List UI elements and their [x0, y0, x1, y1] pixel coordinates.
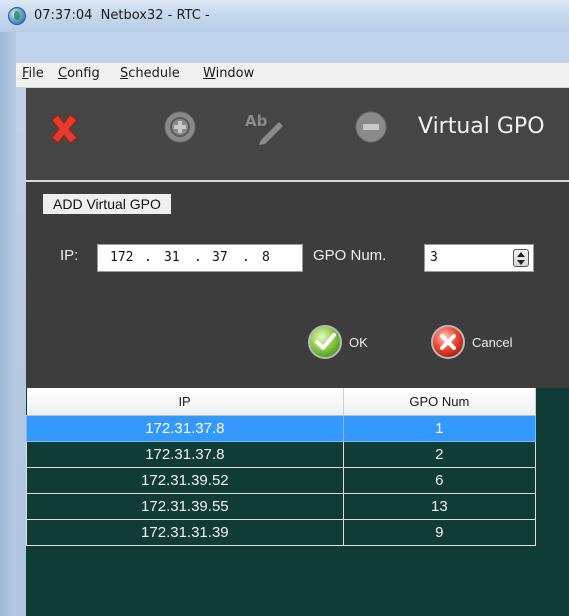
menu-window-label: indow — [215, 66, 255, 81]
cancel-label: Cancel — [472, 334, 513, 350]
menu-bar: File Config Schedule Window — [16, 63, 569, 88]
ok-label: OK — [349, 334, 368, 350]
ip-octet-1[interactable]: 172 — [110, 250, 133, 265]
ip-separator: . — [242, 250, 250, 265]
cell-ip[interactable]: 172.31.39.55 — [26, 493, 344, 520]
checkmark-icon — [308, 325, 342, 359]
gpo-num-value: 3 — [430, 250, 438, 265]
cell-gpo-num[interactable]: 13 — [342, 493, 537, 520]
table-row[interactable]: 172.31.39.52 6 — [26, 467, 537, 494]
panel-divider — [26, 180, 569, 182]
add-section-title: ADD Virtual GPO — [43, 194, 171, 214]
ok-button[interactable]: OK — [307, 322, 368, 362]
cancel-x-icon — [431, 325, 465, 359]
cell-ip[interactable]: 172.31.37.8 — [26, 441, 344, 468]
cell-ip[interactable]: 172.31.31.39 — [26, 519, 344, 546]
table-header-row: IP GPO Num — [26, 388, 537, 416]
ip-octet-4[interactable]: 8 — [262, 250, 270, 265]
virtual-gpo-table: IP GPO Num 172.31.37.8 1 172.31.37.8 2 1… — [26, 388, 537, 546]
rename-button[interactable]: Ab — [243, 110, 287, 146]
ip-label: IP: — [60, 247, 79, 264]
ip-address-input[interactable]: 172 . 31 . 37 . 8 — [97, 244, 303, 272]
column-header-ip[interactable]: IP — [26, 388, 344, 416]
cell-gpo-num[interactable]: 6 — [342, 467, 537, 494]
svg-text:Ab: Ab — [245, 112, 268, 130]
window-title: 07:37:04 Netbox32 - RTC - — [34, 8, 210, 23]
window-left-edge — [0, 0, 16, 616]
menu-schedule-label: chedule — [128, 66, 180, 81]
gpo-num-label: GPO Num. — [313, 247, 387, 264]
stepper-up-icon[interactable] — [517, 252, 525, 257]
menu-window[interactable]: Window — [203, 66, 254, 81]
ip-octet-2[interactable]: 31 — [164, 250, 180, 265]
menu-config[interactable]: Config — [58, 66, 100, 81]
table-row[interactable]: 172.31.37.8 2 — [26, 441, 537, 468]
ip-octet-3[interactable]: 37 — [212, 250, 228, 265]
table-row[interactable]: 172.31.31.39 9 — [26, 519, 537, 546]
close-icon — [51, 114, 78, 144]
menu-window-mnemonic: W — [203, 66, 216, 81]
menu-file-label: ile — [28, 66, 44, 81]
app-globe-icon[interactable] — [8, 7, 26, 25]
rename-icon: Ab — [245, 112, 283, 145]
cancel-button[interactable]: Cancel — [430, 322, 512, 362]
add-icon — [164, 111, 196, 143]
table-row[interactable]: 172.31.39.55 13 — [26, 493, 537, 520]
menu-schedule[interactable]: Schedule — [120, 66, 180, 81]
table-row[interactable]: 172.31.37.8 1 — [26, 415, 537, 442]
column-header-gpo-num[interactable]: GPO Num — [343, 388, 537, 416]
cell-ip[interactable]: 172.31.39.52 — [26, 467, 344, 494]
close-button[interactable] — [46, 111, 82, 147]
remove-button[interactable] — [354, 110, 388, 144]
cell-gpo-num[interactable]: 1 — [342, 415, 537, 442]
remove-icon — [355, 111, 387, 143]
add-button[interactable] — [163, 110, 197, 144]
ip-separator: . — [144, 250, 152, 265]
menu-config-label: onfig — [67, 66, 100, 81]
cell-gpo-num[interactable]: 9 — [342, 519, 537, 546]
menu-config-mnemonic: C — [58, 66, 68, 81]
cell-gpo-num[interactable]: 2 — [342, 441, 537, 468]
gpo-num-input[interactable]: 3 — [424, 244, 534, 272]
gpo-num-stepper[interactable] — [513, 249, 529, 267]
ip-separator: . — [194, 250, 202, 265]
cell-ip[interactable]: 172.31.37.8 — [26, 415, 344, 442]
menu-file[interactable]: File — [22, 66, 44, 81]
panel-heading: Virtual GPO — [418, 114, 545, 139]
title-bar[interactable]: 07:37:04 Netbox32 - RTC - — [0, 0, 569, 32]
stepper-down-icon[interactable] — [517, 260, 525, 265]
